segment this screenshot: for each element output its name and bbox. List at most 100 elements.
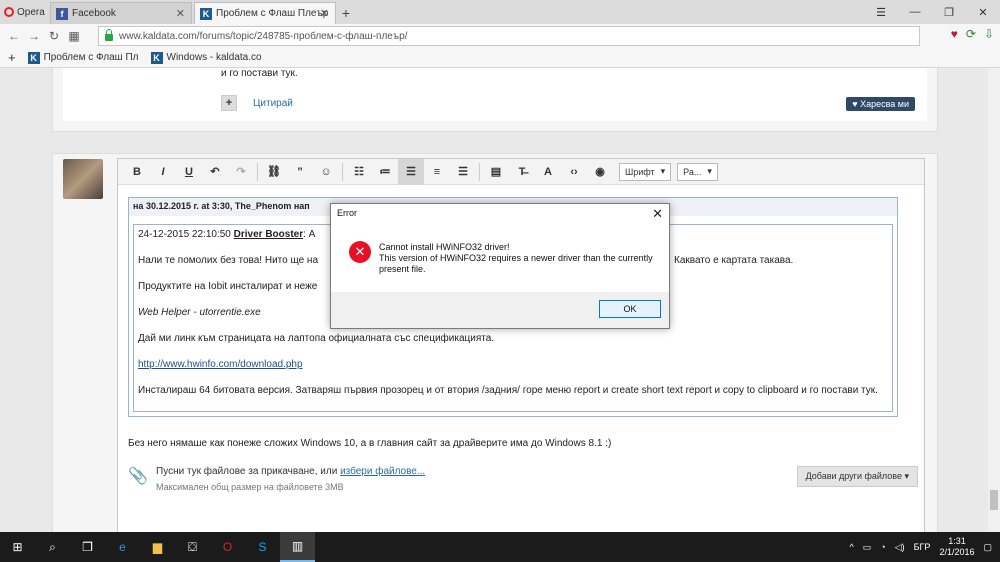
skype-icon[interactable]: S bbox=[245, 532, 280, 562]
numbered-list-icon[interactable]: ≔ bbox=[372, 159, 398, 185]
hwinfo-taskbar-icon[interactable]: ▥ bbox=[280, 532, 315, 562]
quote-timestamp: 24-12-2015 22:10:50 bbox=[138, 229, 234, 240]
editor-toolbar: B I U ↶ ↷ ⛓ ” ☺ ☷ ≔ ☰ ≡ ☰ ▤ T̶ A ‹› ◉ Шр… bbox=[118, 158, 924, 185]
preview-eye-icon[interactable]: ◉ bbox=[587, 159, 613, 185]
task-view-icon[interactable]: ❒ bbox=[70, 532, 105, 562]
url-text: www.kaldata.com/forums/topic/248785-проб… bbox=[119, 30, 408, 42]
update-icon[interactable]: ⟳ bbox=[966, 27, 976, 41]
dialog-footer: OK bbox=[331, 292, 669, 328]
heart-icon[interactable]: ♥ bbox=[951, 27, 958, 41]
close-tab-icon[interactable]: ✕ bbox=[320, 7, 329, 20]
dialog-close-button[interactable]: ✕ bbox=[652, 206, 663, 222]
minimize-button[interactable]: — bbox=[898, 0, 932, 24]
align-right-icon[interactable]: ☰ bbox=[450, 159, 476, 185]
reload-button[interactable]: ↻ bbox=[44, 29, 64, 43]
chevron-down-icon: ▾ bbox=[660, 166, 666, 176]
ok-button[interactable]: OK bbox=[599, 300, 661, 318]
opera-menu-button[interactable]: Opera bbox=[0, 0, 48, 24]
error-icon: ✕ bbox=[349, 241, 371, 263]
tab-facebook[interactable]: f Facebook ✕ bbox=[50, 2, 192, 24]
tab-menu-icon[interactable]: ☰ bbox=[864, 0, 898, 24]
network-icon[interactable]: ◔ bbox=[880, 542, 885, 552]
close-tab-icon[interactable]: ✕ bbox=[176, 7, 185, 20]
window-controls: ☰ — ❐ ✕ bbox=[864, 0, 1000, 24]
undo-icon[interactable]: ↶ bbox=[202, 159, 228, 185]
remove-format-icon[interactable]: T̶ bbox=[509, 159, 535, 185]
opera-logo-icon bbox=[4, 7, 14, 17]
address-bar: ← → ↻ ▦ www.kaldata.com/forums/topic/248… bbox=[0, 24, 1000, 48]
size-select[interactable]: Ра... ▾ bbox=[677, 162, 718, 181]
attach-text: Пусни тук файлове за прикачване, или bbox=[156, 466, 341, 477]
edge-browser-icon[interactable]: e bbox=[105, 532, 140, 562]
emoticon-icon[interactable]: ☺ bbox=[313, 159, 339, 185]
new-tab-button[interactable]: + bbox=[336, 2, 356, 24]
avatar[interactable] bbox=[63, 159, 103, 199]
quote-link[interactable]: Цитирай bbox=[253, 98, 293, 109]
align-left-icon[interactable]: ☰ bbox=[398, 158, 424, 185]
quote-icon[interactable]: ” bbox=[287, 159, 313, 185]
quote-text: Web Helper - utorrentie.exe bbox=[138, 307, 261, 318]
attach-instructions: Пусни тук файлове за прикачване, или изб… bbox=[156, 466, 425, 477]
lock-icon bbox=[105, 29, 113, 41]
add-files-button[interactable]: Добави други файлове ▾ bbox=[796, 466, 918, 487]
like-label: Харесва ми bbox=[860, 99, 909, 109]
opera-taskbar-icon[interactable]: O bbox=[210, 532, 245, 562]
align-center-icon[interactable]: ≡ bbox=[424, 159, 450, 185]
clock-time: 1:31 bbox=[948, 536, 966, 546]
text-color-icon[interactable]: A bbox=[535, 159, 561, 185]
show-hidden-icons-icon[interactable]: ^ bbox=[850, 542, 854, 552]
file-explorer-icon[interactable]: ▆ bbox=[140, 532, 175, 562]
language-indicator[interactable]: БГР bbox=[914, 542, 931, 552]
like-button[interactable]: ♥ Харесва ми bbox=[846, 97, 915, 111]
bold-button[interactable]: B bbox=[124, 159, 150, 185]
url-field[interactable]: www.kaldata.com/forums/topic/248785-проб… bbox=[98, 26, 920, 46]
download-icon[interactable]: ⇩ bbox=[984, 27, 994, 41]
multiquote-button[interactable]: + bbox=[221, 95, 237, 111]
volume-icon[interactable]: ◁) bbox=[895, 542, 905, 553]
choose-files-link[interactable]: избери файлове... bbox=[340, 466, 425, 477]
clock[interactable]: 1:31 2/1/2016 bbox=[939, 536, 974, 558]
bullet-list-icon[interactable]: ☷ bbox=[346, 159, 372, 185]
page-scrollbar[interactable] bbox=[988, 68, 1000, 532]
back-button[interactable]: ← bbox=[4, 29, 24, 43]
battery-icon[interactable]: ▭ bbox=[863, 542, 872, 553]
windows-start-icon[interactable]: ⊞ bbox=[0, 532, 35, 562]
size-select-value: Ра... bbox=[683, 166, 702, 177]
system-tray: ^ ▭ ◔ ◁) БГР 1:31 2/1/2016 ▢ bbox=[850, 532, 1000, 562]
close-window-button[interactable]: ✕ bbox=[966, 0, 1000, 24]
notifications-icon[interactable]: ▢ bbox=[983, 542, 992, 553]
kaldata-icon: K bbox=[27, 51, 40, 64]
tab-title: Facebook bbox=[72, 8, 116, 19]
add-bookmark-icon[interactable]: + bbox=[8, 50, 16, 65]
paperclip-icon: 📎 bbox=[128, 468, 148, 485]
toolbar-divider bbox=[342, 162, 343, 181]
quote-text: : А bbox=[303, 229, 316, 240]
previous-post: и го постави тук. + Цитирай ♥ Харесва ми bbox=[52, 68, 938, 132]
quote-text: Каквато е картата такава. bbox=[674, 255, 794, 266]
quote-paragraph: Инсталираш 64 битовата версия. Затваряш … bbox=[138, 385, 878, 396]
maximize-button[interactable]: ❐ bbox=[932, 0, 966, 24]
redo-icon[interactable]: ↷ bbox=[228, 159, 254, 185]
paste-icon[interactable]: ▤ bbox=[483, 159, 509, 185]
font-select[interactable]: Шрифт ▾ bbox=[619, 162, 672, 181]
scrollbar-thumb[interactable] bbox=[990, 490, 998, 510]
font-select-value: Шрифт bbox=[625, 166, 655, 177]
tab-kaldata[interactable]: K Проблем с Флаш Плеър ✕ bbox=[194, 2, 336, 24]
store-icon[interactable]: ⛋ bbox=[175, 532, 210, 562]
forward-button[interactable]: → bbox=[24, 29, 44, 43]
speed-dial-button[interactable]: ▦ bbox=[64, 29, 84, 43]
max-size-note: Максимален общ размер на файловете 3MB bbox=[156, 482, 344, 492]
source-code-icon[interactable]: ‹› bbox=[561, 159, 587, 185]
driver-booster-link[interactable]: Driver Booster bbox=[234, 229, 303, 240]
attachments-row: 📎 Пусни тук файлове за прикачване, или и… bbox=[128, 466, 918, 506]
underline-button[interactable]: U bbox=[176, 159, 202, 185]
hwinfo-link[interactable]: http://www.hwinfo.com/download.php bbox=[138, 359, 303, 370]
bookmark-item[interactable]: K Проблем с Флаш Пл bbox=[27, 51, 139, 64]
toolbar-divider bbox=[257, 162, 258, 181]
bookmark-label: Проблем с Флаш Пл bbox=[43, 52, 139, 63]
bookmark-item[interactable]: K Windows - kaldata.co bbox=[150, 51, 262, 64]
search-icon[interactable]: ⌕ bbox=[35, 532, 70, 562]
link-icon[interactable]: ⛓ bbox=[261, 159, 287, 185]
italic-button[interactable]: I bbox=[150, 159, 176, 185]
tab-title: Проблем с Флаш Плеър bbox=[216, 8, 329, 19]
